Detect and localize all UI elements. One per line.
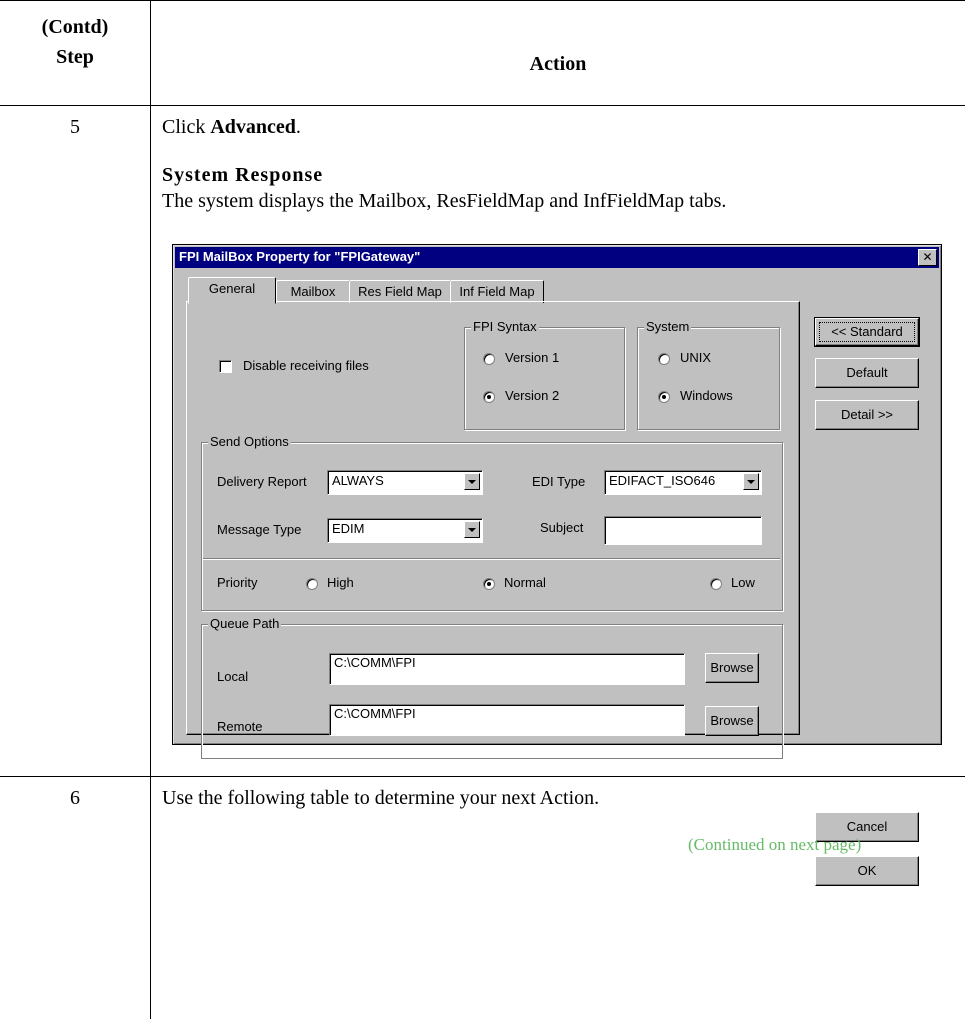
system-response-text: The system displays the Mailbox, ResFiel… <box>162 190 727 212</box>
chevron-down-icon[interactable] <box>743 473 759 490</box>
subject-label: Subject <box>540 520 584 535</box>
row5-instruction-prefix: Click <box>162 116 211 138</box>
continued-note: (Continued on next page) <box>688 835 862 854</box>
system-label: System <box>644 319 692 334</box>
focus-rectangle <box>819 322 915 342</box>
version1-radio[interactable] <box>483 353 495 365</box>
mailbox-property-dialog: FPI MailBox Property for "FPIGateway" ✕ … <box>172 244 942 886</box>
close-icon[interactable]: ✕ <box>918 249 937 266</box>
row6-step: 6 <box>70 787 80 809</box>
header-action: Action <box>529 53 587 75</box>
row5-step: 5 <box>70 116 80 138</box>
priority-low-radio[interactable] <box>710 578 722 590</box>
table-row-divider <box>0 776 965 777</box>
send-options-label: Send Options <box>208 434 291 449</box>
chevron-down-icon[interactable] <box>464 521 480 538</box>
ok-button[interactable]: OK <box>815 856 919 886</box>
dialog-title: FPI MailBox Property for "FPIGateway" <box>179 249 421 264</box>
chevron-down-icon[interactable] <box>464 473 480 490</box>
dialog-titlebar: FPI MailBox Property for "FPIGateway" ✕ <box>175 247 939 268</box>
version2-label: Version 2 <box>505 388 560 403</box>
priority-low-label: Low <box>731 575 755 590</box>
header-step-line1: (Contd) <box>41 16 109 38</box>
default-button[interactable]: Default <box>815 358 919 388</box>
local-browse-button[interactable]: Browse <box>705 653 759 683</box>
priority-separator <box>203 558 780 560</box>
message-type-dropdown[interactable]: EDIM <box>327 518 483 543</box>
row5-instruction-suffix: . <box>295 116 301 138</box>
priority-high-label: High <box>327 575 354 590</box>
remote-label: Remote <box>217 719 263 734</box>
row5-instruction-bold: Advanced <box>210 116 296 138</box>
local-label: Local <box>217 669 249 684</box>
row5-instruction: Click Advanced. <box>162 116 301 139</box>
priority-high-radio[interactable] <box>306 578 318 590</box>
tab-inf-field-map[interactable]: Inf Field Map <box>450 280 544 303</box>
disable-receiving-label: Disable receiving files <box>243 358 369 373</box>
priority-label: Priority <box>217 575 258 590</box>
tab-res-field-map[interactable]: Res Field Map <box>349 280 451 303</box>
fpi-syntax-group: FPI Syntax Version 1 Version 2 <box>464 319 625 430</box>
unix-label: UNIX <box>680 350 712 365</box>
windows-radio[interactable] <box>658 391 670 403</box>
remote-path-input[interactable]: C:\COMM\FPI <box>329 704 685 736</box>
table-header-divider <box>0 105 965 106</box>
message-type-label: Message Type <box>217 522 302 537</box>
fpi-syntax-label: FPI Syntax <box>471 319 539 334</box>
tab-mailbox[interactable]: Mailbox <box>276 280 350 303</box>
delivery-report-value: ALWAYS <box>332 473 384 488</box>
unix-radio[interactable] <box>658 353 670 365</box>
subject-input[interactable] <box>604 516 762 545</box>
header-step: (Contd) Step <box>0 12 150 72</box>
version2-radio[interactable] <box>483 391 495 403</box>
windows-label: Windows <box>680 388 733 403</box>
system-response-heading: System Response <box>162 164 324 186</box>
detail-button[interactable]: Detail >> <box>815 400 919 430</box>
edi-type-label: EDI Type <box>532 474 586 489</box>
message-type-value: EDIM <box>332 521 365 536</box>
version1-label: Version 1 <box>505 350 560 365</box>
edi-type-dropdown[interactable]: EDIFACT_ISO646 <box>604 470 762 495</box>
edi-type-value: EDIFACT_ISO646 <box>609 473 716 488</box>
delivery-report-dropdown[interactable]: ALWAYS <box>327 470 483 495</box>
tab-general[interactable]: General <box>188 277 276 304</box>
queue-path-group: Queue Path Local C:\COMM\FPI Browse Remo… <box>201 616 783 759</box>
general-tab-panel: Disable receiving files FPI Syntax Versi… <box>186 301 800 759</box>
priority-normal-label: Normal <box>504 575 546 590</box>
local-path-input[interactable]: C:\COMM\FPI <box>329 653 685 685</box>
table-column-divider <box>150 0 151 1019</box>
system-group: System UNIX Windows <box>637 319 780 430</box>
priority-normal-radio[interactable] <box>483 578 495 590</box>
disable-receiving-checkbox[interactable] <box>219 360 232 373</box>
queue-path-label: Queue Path <box>208 616 282 631</box>
send-options-group: Send Options Delivery Report ALWAYS EDI … <box>201 434 783 611</box>
remote-browse-button[interactable]: Browse <box>705 706 759 736</box>
standard-button[interactable]: << Standard <box>814 317 920 347</box>
header-step-line2: Step <box>56 46 94 68</box>
table-top-border <box>0 0 965 1</box>
delivery-report-label: Delivery Report <box>217 474 307 489</box>
row6-instruction: Use the following table to determine you… <box>162 787 600 809</box>
